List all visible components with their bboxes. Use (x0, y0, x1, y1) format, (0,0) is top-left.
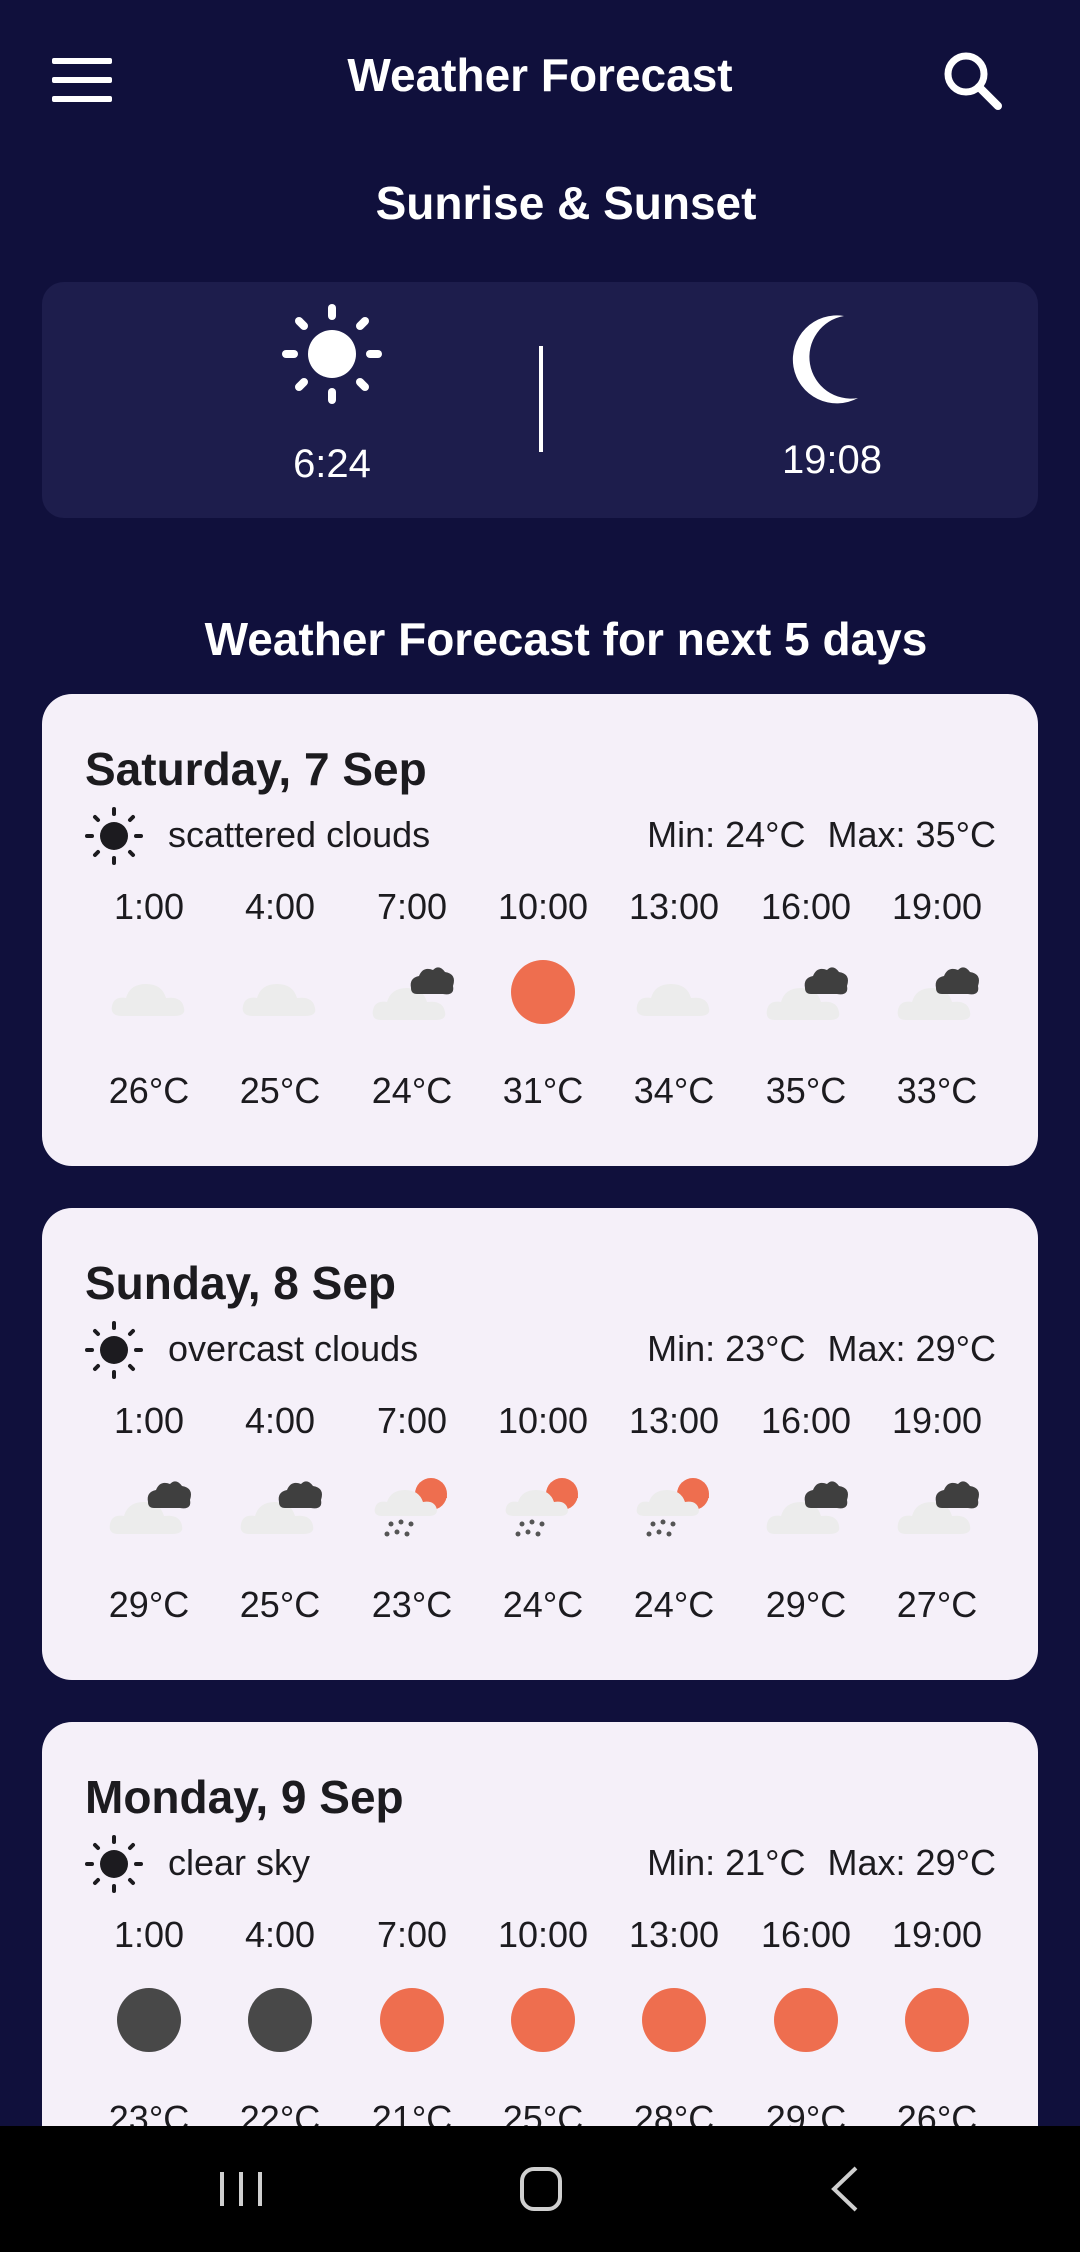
slot-temperature: 27°C (896, 1584, 978, 1625)
slot-hour: 19:00 (891, 886, 983, 927)
cloud-icon (629, 954, 719, 1030)
slot-temperature: 29°C (765, 1584, 847, 1625)
broken-clouds-icon (104, 1468, 194, 1544)
slot-hour: 19:00 (891, 1914, 983, 1955)
min-temp: Min: 21°C (647, 1842, 806, 1883)
sun-icon (498, 1982, 588, 2058)
broken-clouds-icon (761, 1468, 851, 1544)
broken-clouds-icon (892, 1468, 982, 1544)
slot-hour: 1:00 (113, 886, 185, 927)
broken-clouds-icon (761, 954, 851, 1030)
slot-temperature: 33°C (896, 1070, 978, 1111)
slot-hour: 10:00 (497, 1400, 589, 1441)
slot-hour: 7:00 (376, 1914, 448, 1955)
slot-hour: 19:00 (891, 1400, 983, 1441)
sunrise-icon (282, 304, 382, 404)
slot-hour: 4:00 (244, 886, 316, 927)
max-temp: Max: 29°C (827, 1328, 996, 1369)
app-bar: Weather Forecast (0, 0, 1080, 156)
day-date: Monday, 9 Sep (85, 1771, 404, 1823)
slot-hour: 7:00 (376, 1400, 448, 1441)
search-icon[interactable] (940, 48, 1004, 112)
page-title: Weather Forecast (347, 49, 733, 101)
moon-icon (104, 1982, 194, 2058)
slot-hour: 4:00 (244, 1914, 316, 1955)
broken-clouds-icon (235, 1468, 325, 1544)
weather-condition-icon (84, 1834, 144, 1894)
day-card: Sunday, 8 Sep overcast clouds Min: 23°C M… (42, 1208, 1038, 1680)
forecast-title: Weather Forecast for next 5 days (204, 613, 928, 665)
slot-temperature: 23°C (371, 1584, 453, 1625)
min-max-temperature: Min: 21°C Max: 29°C (647, 1842, 996, 1884)
weather-description: overcast clouds (168, 1328, 419, 1369)
rain-icon (367, 1468, 457, 1544)
moon-icon (235, 1982, 325, 2058)
cloud-icon (235, 954, 325, 1030)
broken-clouds-icon (367, 954, 457, 1030)
rain-icon (629, 1468, 719, 1544)
slot-hour: 10:00 (497, 1914, 589, 1955)
slot-hour: 13:00 (628, 1400, 720, 1441)
slot-temperature: 24°C (633, 1584, 715, 1625)
sunrise-sunset-card: 6:24 19:08 (42, 282, 1038, 518)
slot-temperature: 25°C (239, 1584, 321, 1625)
weather-condition-icon (84, 806, 144, 866)
recent-apps-icon[interactable] (196, 2154, 286, 2224)
slot-hour: 7:00 (376, 886, 448, 927)
day-card: Monday, 9 Sep clear sky Min: 21°C Max: 29… (42, 1722, 1038, 2194)
slot-hour: 4:00 (244, 1400, 316, 1441)
slot-hour: 16:00 (760, 1400, 852, 1441)
slot-temperature: 29°C (108, 1584, 190, 1625)
slot-temperature: 34°C (633, 1070, 715, 1111)
sun-icon (761, 1982, 851, 2058)
day-card: Saturday, 7 Sep scattered clouds Min: 24… (42, 694, 1038, 1166)
slot-hour: 1:00 (113, 1914, 185, 1955)
min-temp: Min: 23°C (647, 1328, 806, 1369)
slot-temperature: 26°C (108, 1070, 190, 1111)
min-temp: Min: 24°C (647, 814, 806, 855)
weather-description: clear sky (168, 1842, 311, 1883)
slot-temperature: 24°C (502, 1584, 584, 1625)
weather-condition-icon (84, 1320, 144, 1380)
day-date: Saturday, 7 Sep (85, 743, 427, 795)
slot-temperature: 24°C (371, 1070, 453, 1111)
slot-temperature: 35°C (765, 1070, 847, 1111)
min-max-temperature: Min: 23°C Max: 29°C (647, 1328, 996, 1370)
rain-icon (498, 1468, 588, 1544)
broken-clouds-icon (892, 954, 982, 1030)
slot-hour: 13:00 (628, 886, 720, 927)
slot-temperature: 31°C (502, 1070, 584, 1111)
divider (539, 346, 543, 452)
max-temp: Max: 35°C (827, 814, 996, 855)
sunrise-column: 6:24 (182, 282, 482, 518)
slot-hour: 1:00 (113, 1400, 185, 1441)
sunset-time: 19:08 (781, 438, 883, 482)
sun-icon (498, 954, 588, 1030)
sunrise-time: 6:24 (293, 442, 371, 486)
max-temp: Max: 29°C (827, 1842, 996, 1883)
slot-hour: 10:00 (497, 886, 589, 927)
cloud-icon (104, 954, 194, 1030)
moon-icon (792, 315, 858, 404)
slot-hour: 16:00 (760, 886, 852, 927)
slot-hour: 13:00 (628, 1914, 720, 1955)
sun-icon (367, 1982, 457, 2058)
sunrise-sunset-title: Sunrise & Sunset (375, 177, 757, 229)
weather-description: scattered clouds (168, 814, 431, 855)
day-date: Sunday, 8 Sep (85, 1257, 397, 1309)
back-icon[interactable] (800, 2154, 890, 2224)
sun-icon (892, 1982, 982, 2058)
sunset-column: 19:08 (682, 282, 982, 518)
slot-hour: 16:00 (760, 1914, 852, 1955)
sun-icon (629, 1982, 719, 2058)
slot-temperature: 25°C (239, 1070, 321, 1111)
min-max-temperature: Min: 24°C Max: 35°C (647, 814, 996, 856)
system-nav-bar (0, 2126, 1080, 2252)
home-icon[interactable] (496, 2154, 586, 2224)
